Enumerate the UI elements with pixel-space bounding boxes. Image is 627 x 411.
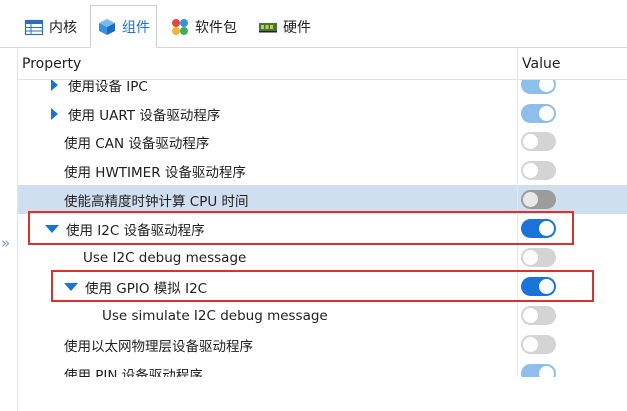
expand-panel-icon[interactable]: »: [1, 234, 10, 252]
tab-components-label: 组件: [122, 19, 150, 36]
table-row[interactable]: 使用 GPIO 模拟 I2C: [18, 272, 627, 301]
table-row[interactable]: 使用 UART 设备驱动程序: [18, 99, 627, 128]
value-column-header[interactable]: Value: [518, 48, 627, 80]
tab-bar: 内核 组件 软件包 硬件: [0, 0, 627, 48]
collapse-icon[interactable]: [63, 282, 79, 291]
board-icon: [258, 17, 278, 37]
property-label: 使用设备 IPC: [68, 80, 148, 95]
expand-icon[interactable]: [46, 80, 62, 91]
expand-icon[interactable]: [46, 107, 62, 120]
property-label: Use simulate I2C debug message: [102, 307, 328, 324]
property-label: 使用以太网物理层设备驱动程序: [64, 338, 253, 355]
left-panel-strip: »: [0, 48, 18, 411]
property-column-header[interactable]: Property: [18, 48, 518, 80]
tab-hardware[interactable]: 硬件: [252, 6, 317, 48]
property-label: 使用 CAN 设备驱动程序: [64, 135, 210, 152]
table-row[interactable]: Use I2C debug message: [18, 243, 627, 272]
toggle-switch[interactable]: [521, 277, 556, 296]
grid-header: Property Value: [18, 48, 627, 80]
package-icon: [170, 17, 190, 37]
table-row[interactable]: Use simulate I2C debug message: [18, 301, 627, 330]
table-row[interactable]: 使用 I2C 设备驱动程序: [18, 214, 627, 243]
toggle-switch[interactable]: [521, 335, 556, 354]
property-label: 使用 GPIO 模拟 I2C: [85, 280, 208, 297]
property-label: 使用 HWTIMER 设备驱动程序: [64, 164, 246, 181]
toggle-switch[interactable]: [521, 80, 556, 94]
table-row[interactable]: 使用以太网物理层设备驱动程序: [18, 330, 627, 359]
tab-packages-label: 软件包: [195, 20, 237, 36]
table-row-selected[interactable]: 使能高精度时钟计算 CPU 时间: [18, 185, 627, 214]
table-icon: [24, 17, 44, 37]
table-row[interactable]: 使用设备 IPC: [18, 80, 627, 99]
tab-hardware-label: 硬件: [283, 20, 311, 36]
table-row[interactable]: 使用 PIN 设备驱动程序: [18, 359, 627, 377]
tab-kernel-label: 内核: [49, 20, 77, 36]
cube-icon: [97, 17, 117, 37]
tab-components[interactable]: 组件: [90, 5, 157, 48]
table-row[interactable]: 使用 CAN 设备驱动程序: [18, 127, 627, 156]
property-label: 使用 UART 设备驱动程序: [68, 107, 221, 124]
toggle-switch[interactable]: [521, 161, 556, 180]
property-label: 使用 PIN 设备驱动程序: [64, 367, 203, 378]
empty-area: [18, 377, 627, 411]
property-grid: 使用设备 IPC 使用 UART 设备驱动程序 使用 CAN 设备驱动程序 使用…: [18, 80, 627, 377]
tab-kernel[interactable]: 内核: [18, 6, 83, 48]
toggle-switch[interactable]: [521, 132, 556, 151]
toggle-switch[interactable]: [521, 219, 556, 238]
toggle-switch[interactable]: [521, 306, 556, 325]
toggle-switch[interactable]: [521, 248, 556, 267]
collapse-icon[interactable]: [44, 224, 60, 233]
toggle-switch[interactable]: [521, 190, 556, 209]
tab-packages[interactable]: 软件包: [164, 6, 243, 48]
toggle-switch[interactable]: [521, 364, 556, 377]
property-label: 使能高精度时钟计算 CPU 时间: [64, 193, 249, 210]
toggle-switch[interactable]: [521, 104, 556, 123]
property-label: Use I2C debug message: [83, 249, 247, 266]
table-row[interactable]: 使用 HWTIMER 设备驱动程序: [18, 156, 627, 185]
property-label: 使用 I2C 设备驱动程序: [66, 222, 205, 239]
